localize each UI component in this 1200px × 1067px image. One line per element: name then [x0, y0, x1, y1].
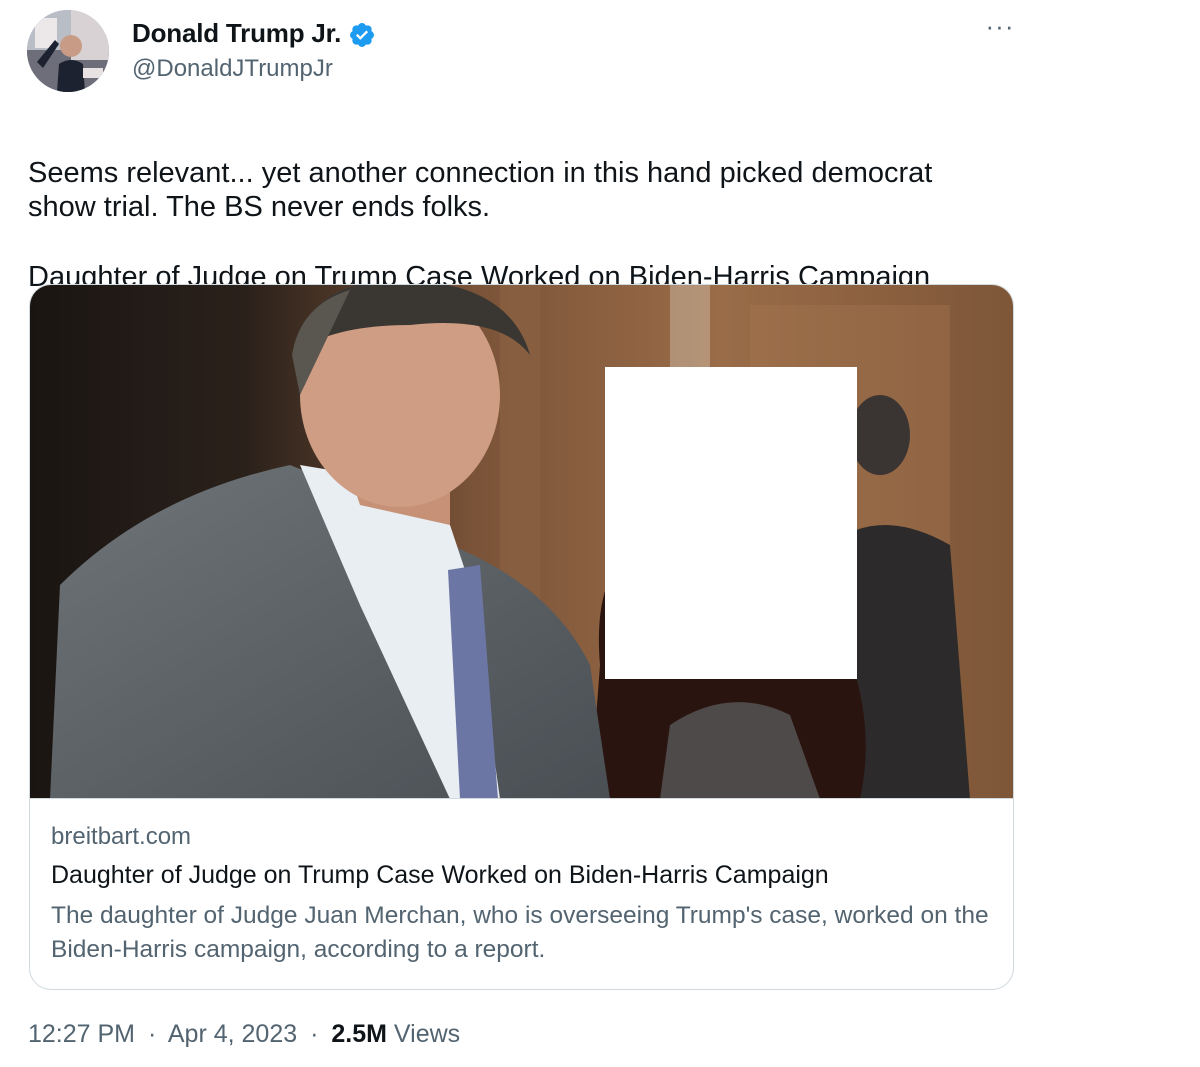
tweet: Donald Trump Jr. @DonaldJTrumpJr ··· See…: [0, 0, 1200, 1067]
tweet-date[interactable]: Apr 4, 2023: [168, 1020, 297, 1048]
card-description: The daughter of Judge Juan Merchan, who …: [51, 902, 989, 963]
views-label: Views: [393, 1020, 461, 1048]
card-domain: breitbart.com: [51, 823, 192, 850]
link-preview-card[interactable]: breitbart.com Daughter of Judge on Trump…: [29, 284, 1014, 990]
author-display-name[interactable]: Donald Trump Jr.: [132, 18, 341, 49]
verified-badge-icon: [350, 23, 374, 47]
tweet-meta: 12:27 PM · Apr 4, 2023 · 2.5M Views: [28, 1020, 460, 1049]
author-avatar[interactable]: [27, 10, 109, 92]
more-options-icon[interactable]: ···: [982, 13, 1018, 42]
views-count: 2.5M: [331, 1020, 387, 1048]
meta-separator: ·: [147, 1020, 157, 1048]
tweet-text-main: Seems relevant... yet another connection…: [28, 157, 933, 223]
card-image[interactable]: [30, 285, 1013, 799]
redaction-box: [605, 367, 857, 679]
card-title: Daughter of Judge on Trump Case Worked o…: [51, 861, 829, 889]
meta-separator: ·: [310, 1020, 319, 1048]
author-handle[interactable]: @DonaldJTrumpJr: [132, 55, 333, 83]
tweet-time[interactable]: 12:27 PM: [28, 1020, 135, 1048]
